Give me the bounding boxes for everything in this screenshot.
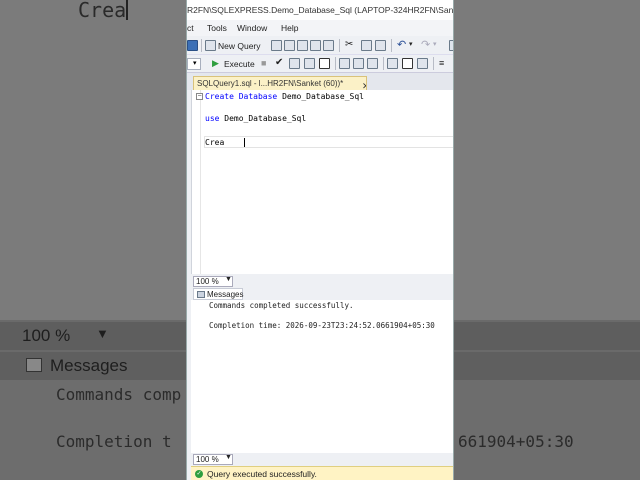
parse-check-icon[interactable]: ✔ xyxy=(275,57,283,68)
intellisense-icon[interactable] xyxy=(304,58,315,69)
chevron-down-icon: ▾ xyxy=(193,60,197,67)
results-tab-bar: Messages xyxy=(191,288,453,300)
chevron-down-icon[interactable]: ▾ xyxy=(433,40,437,48)
message-line-1: Commands completed successfully. xyxy=(209,301,354,310)
keyword-create-database: Create Database xyxy=(205,92,278,101)
code-line-3: Crea xyxy=(205,138,225,147)
menu-bar: ct Tools Window Help xyxy=(187,20,453,36)
close-icon[interactable]: ✕ xyxy=(362,81,366,90)
background-messages-label: Messages xyxy=(50,356,128,375)
execute-button[interactable]: Execute xyxy=(224,59,255,69)
background-chevron-down-icon: ▼ xyxy=(96,326,109,341)
results-text-icon[interactable] xyxy=(387,58,398,69)
menu-item-tools[interactable]: Tools xyxy=(207,23,227,33)
menu-item-project[interactable]: ct xyxy=(187,23,194,33)
menu-item-window[interactable]: Window xyxy=(237,23,267,33)
redo-icon[interactable]: ↷ xyxy=(421,38,430,51)
keyword-use: use xyxy=(205,114,220,123)
background-line1: Commands comp xyxy=(56,385,182,404)
code-line-1: Create Database Demo_Database_Sql xyxy=(205,92,364,101)
chevron-down-icon[interactable]: ▾ xyxy=(409,40,413,48)
status-text: Query executed successfully. xyxy=(207,469,317,479)
identifier-database: Demo_Database_Sql xyxy=(224,114,307,123)
copy-icon[interactable] xyxy=(361,40,372,51)
comment-icon[interactable]: ≡ xyxy=(439,58,444,68)
results-file-icon[interactable] xyxy=(417,58,428,69)
paste-icon[interactable] xyxy=(375,40,386,51)
background-line2-tail: 661904+05:30 xyxy=(458,432,574,451)
database-query-icon[interactable] xyxy=(271,40,282,51)
document-tab-strip: SQLQuery1.sql - l...HR2FN\Sanket (60))* … xyxy=(187,73,453,90)
mdx-query-icon[interactable] xyxy=(284,40,295,51)
toolbar-overflow-icon[interactable] xyxy=(449,40,453,51)
tab-sqlquery1[interactable]: SQLQuery1.sql - l...HR2FN\Sanket (60))* … xyxy=(193,76,367,90)
query-status-bar: ✓ Query executed successfully. xyxy=(191,466,453,480)
background-caret xyxy=(126,0,128,20)
estimated-plan-icon[interactable] xyxy=(289,58,300,69)
query-options-icon[interactable] xyxy=(339,58,350,69)
standard-toolbar: New Query ✂ ↶ ▾ ↷ ▾ xyxy=(187,36,453,55)
editor-zoom-bar: 100 % ▼ xyxy=(193,275,453,288)
collapse-icon[interactable]: − xyxy=(196,93,203,100)
toolbar-separator xyxy=(383,57,384,70)
dax-query-icon[interactable] xyxy=(323,40,334,51)
code-line-2: use Demo_Database_Sql xyxy=(205,114,306,123)
toolbar-separator xyxy=(433,57,434,70)
navigate-icon[interactable] xyxy=(187,40,198,51)
dmx-query-icon[interactable] xyxy=(297,40,308,51)
new-query-button[interactable]: New Query xyxy=(218,41,261,51)
identifier-database: Demo_Database_Sql xyxy=(282,92,364,101)
live-stats-icon[interactable] xyxy=(367,58,378,69)
background-line2: Completion t xyxy=(56,432,172,451)
tab-messages[interactable]: Messages xyxy=(193,288,243,300)
chevron-down-icon[interactable]: ▼ xyxy=(225,454,232,461)
toolbar-separator xyxy=(201,39,202,52)
menu-item-help[interactable]: Help xyxy=(281,23,298,33)
new-query-icon[interactable] xyxy=(205,40,216,51)
success-check-icon: ✓ xyxy=(195,470,203,478)
results-zoom-bar: 100 % ▼ xyxy=(193,453,453,466)
background-messages-icon xyxy=(26,358,42,372)
window-title: R2FN\SQLEXPRESS.Demo_Database_Sql (LAPTO… xyxy=(187,5,454,15)
title-bar: R2FN\SQLEXPRESS.Demo_Database_Sql (LAPTO… xyxy=(187,0,454,20)
query-editor[interactable]: − Create Database Demo_Database_Sql use … xyxy=(191,90,453,274)
message-line-2: Completion time: 2026-09-23T23:24:52.066… xyxy=(209,321,435,330)
text-caret xyxy=(244,138,245,147)
editor-gutter xyxy=(200,90,201,274)
background-zoom-value: 100 % xyxy=(22,326,71,345)
messages-icon xyxy=(197,291,205,298)
chevron-down-icon[interactable]: ▼ xyxy=(225,276,232,283)
editor-zoom-value: 100 % xyxy=(196,277,219,286)
toolbar-separator xyxy=(339,39,340,52)
toolbar-separator xyxy=(335,57,336,70)
stop-icon[interactable]: ■ xyxy=(261,58,266,68)
messages-tab-label: Messages xyxy=(207,290,244,299)
messages-panel[interactable]: Commands completed successfully. Complet… xyxy=(191,300,453,453)
results-grid-icon[interactable] xyxy=(402,58,413,69)
results-zoom-value: 100 % xyxy=(196,455,219,464)
sql-editor-toolbar: ▾ ▶ Execute ■ ✔ ≡ xyxy=(187,55,453,73)
actual-plan-icon[interactable] xyxy=(353,58,364,69)
background-typed-text: Crea xyxy=(78,0,127,22)
undo-icon[interactable]: ↶ xyxy=(397,38,406,51)
xmla-query-icon[interactable] xyxy=(310,40,321,51)
current-line-highlight xyxy=(204,136,453,148)
toolbar-separator xyxy=(391,39,392,52)
tab-label: SQLQuery1.sql - l...HR2FN\Sanket (60))* xyxy=(197,79,344,88)
execute-icon[interactable]: ▶ xyxy=(212,58,219,69)
ssms-window: R2FN\SQLEXPRESS.Demo_Database_Sql (LAPTO… xyxy=(186,0,454,480)
database-selector[interactable]: ▾ xyxy=(187,58,201,70)
cut-icon[interactable]: ✂ xyxy=(345,39,353,50)
results-to-icon[interactable] xyxy=(319,58,330,69)
